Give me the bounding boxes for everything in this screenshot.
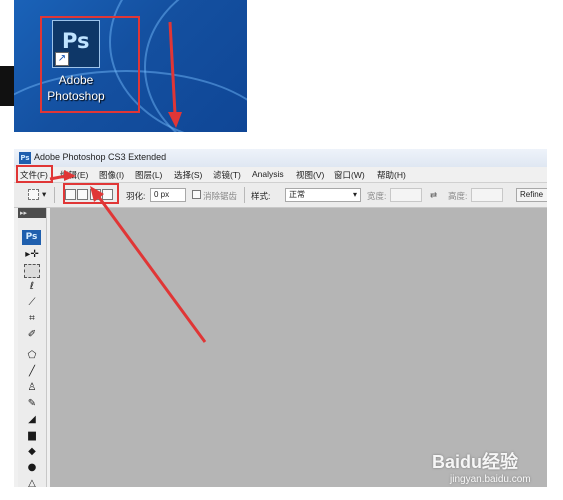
file-menu-highlight (16, 165, 53, 183)
menu-pointer-head (64, 170, 76, 181)
down-arrow-line (168, 21, 177, 115)
annotation-layer (16, 21, 207, 343)
down-arrow-head (168, 112, 182, 128)
diagonal-arrow-line (96, 195, 207, 343)
baidu-watermark-logo: Baidu经验 (432, 452, 519, 472)
baidu-watermark-url: jingyan.baidu.com (450, 474, 531, 485)
